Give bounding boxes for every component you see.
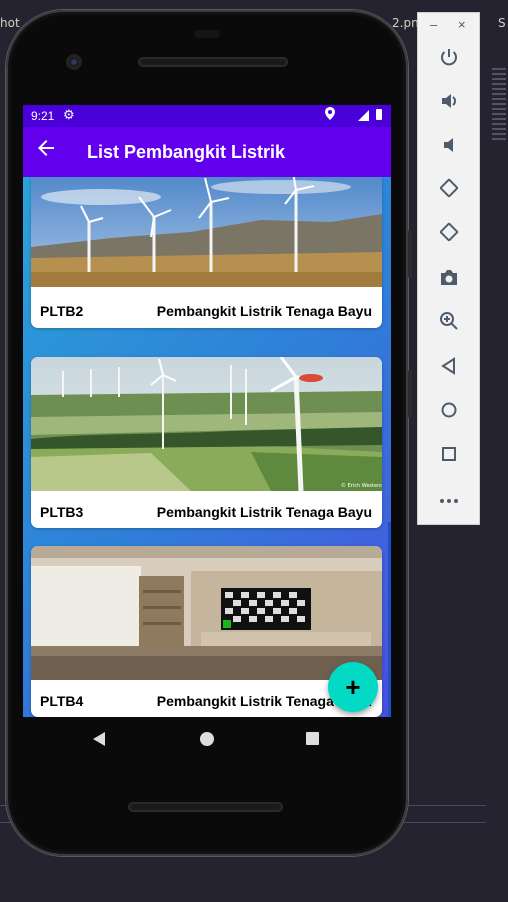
back-icon[interactable] bbox=[434, 353, 464, 383]
add-fab-button[interactable]: + bbox=[328, 662, 378, 712]
volume-down-icon[interactable] bbox=[434, 133, 464, 163]
card-description: Pembangkit Listrik Tenaga Bayu bbox=[156, 504, 372, 520]
scrollbar[interactable] bbox=[388, 522, 391, 717]
status-bar: 9:21 ⚙ bbox=[23, 105, 391, 127]
nav-recents-icon[interactable] bbox=[306, 732, 319, 745]
list-item[interactable]: © Erich Westendarp PLTB3 Pembangkit List… bbox=[31, 357, 382, 528]
card-image-wind-farm: © Erich Westendarp bbox=[31, 357, 382, 491]
home-icon[interactable] bbox=[434, 397, 464, 427]
svg-text:© Erich Westendarp: © Erich Westendarp bbox=[341, 482, 382, 489]
zoom-icon[interactable] bbox=[434, 309, 464, 339]
system-nav-bar bbox=[23, 717, 391, 761]
device-screen: 9:21 ⚙ List Pembangkit Listrik PLTB2 Pem… bbox=[23, 105, 391, 717]
phone-speaker-top bbox=[138, 57, 288, 67]
settings-gear-icon: ⚙ bbox=[63, 107, 75, 122]
editor-tab-text[interactable]: hot bbox=[0, 16, 20, 30]
location-icon bbox=[325, 107, 335, 123]
close-button[interactable]: × bbox=[458, 17, 466, 32]
list-item[interactable]: PLTB2 Pembangkit Listrik Tenaga Bayu bbox=[31, 177, 382, 328]
battery-icon bbox=[376, 109, 382, 120]
minimize-button[interactable]: – bbox=[430, 17, 437, 32]
card-description: Pembangkit Listrik Tenaga Bayu bbox=[156, 303, 372, 319]
signal-icon bbox=[358, 110, 369, 121]
card-code: PLTB4 bbox=[40, 693, 84, 709]
rotate-right-icon[interactable] bbox=[434, 221, 464, 251]
card-image-wind-farm bbox=[31, 177, 382, 287]
phone-speaker-bottom bbox=[128, 802, 283, 812]
front-camera bbox=[66, 54, 82, 70]
phone-frame: 9:21 ⚙ List Pembangkit Listrik PLTB2 Pem… bbox=[6, 10, 412, 856]
rotate-left-icon[interactable] bbox=[434, 177, 464, 207]
page-title: List Pembangkit Listrik bbox=[87, 142, 286, 162]
camera-icon[interactable] bbox=[434, 265, 464, 295]
phone-sensor bbox=[194, 30, 220, 38]
back-arrow-icon[interactable] bbox=[37, 139, 55, 163]
emulator-toolbar: – × bbox=[417, 12, 480, 525]
editor-tab-text-far[interactable]: S bbox=[498, 16, 506, 30]
power-plant-list[interactable]: PLTB2 Pembangkit Listrik Tenaga Bayu © E… bbox=[23, 177, 391, 717]
card-code: PLTB3 bbox=[40, 504, 84, 520]
code-minimap bbox=[492, 65, 506, 235]
phone-side-button bbox=[408, 370, 412, 418]
nav-home-icon[interactable] bbox=[200, 732, 214, 746]
more-icon[interactable] bbox=[434, 483, 464, 513]
power-icon[interactable] bbox=[434, 45, 464, 75]
overview-icon[interactable] bbox=[434, 441, 464, 471]
volume-up-icon[interactable] bbox=[434, 89, 464, 119]
editor-tab-text-right[interactable]: 2.pn bbox=[392, 16, 419, 30]
card-image-room bbox=[31, 546, 382, 680]
card-code: PLTB2 bbox=[40, 303, 84, 319]
status-time: 9:21 bbox=[31, 109, 55, 123]
app-bar: List Pembangkit Listrik bbox=[23, 127, 391, 177]
phone-side-button bbox=[408, 230, 412, 278]
nav-back-icon[interactable] bbox=[93, 732, 105, 746]
